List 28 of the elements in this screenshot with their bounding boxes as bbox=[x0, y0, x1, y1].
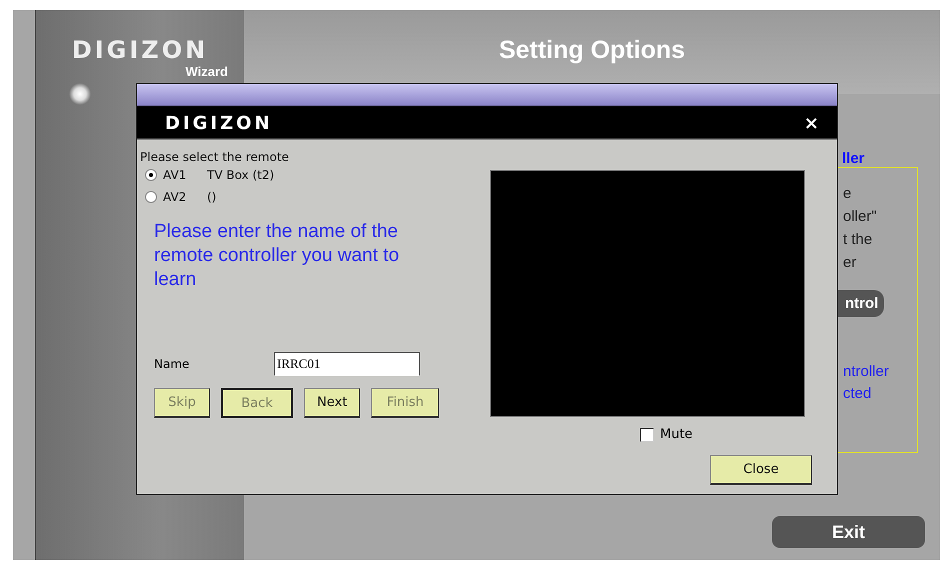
wizard-button[interactable]: Next bbox=[304, 388, 360, 418]
exit-button[interactable]: Exit bbox=[772, 516, 925, 548]
close-button[interactable]: Close bbox=[710, 455, 812, 485]
logo-subtitle: Wizard bbox=[186, 64, 228, 79]
section-heading: ller bbox=[841, 150, 866, 167]
instruction-text: Please enter the name of the remote controller you want to learn bbox=[154, 220, 400, 292]
logo: DIGIZON bbox=[165, 113, 273, 134]
text-line: e bbox=[843, 184, 852, 204]
glow-icon bbox=[69, 83, 91, 105]
device-name: TV Box (t2) bbox=[207, 168, 274, 182]
status-text: ntroller bbox=[843, 362, 890, 382]
checkbox[interactable] bbox=[640, 428, 654, 442]
radio-label: AV1 bbox=[163, 168, 188, 182]
text-line: er bbox=[843, 253, 858, 273]
text-line: oller" bbox=[843, 207, 878, 227]
page-title: Setting Options bbox=[498, 36, 686, 66]
logo: DIGIZON bbox=[72, 36, 208, 64]
close-button[interactable]: × bbox=[804, 113, 819, 134]
radio-button[interactable] bbox=[145, 191, 157, 203]
checkbox-label: Mute bbox=[660, 427, 693, 442]
field-label: Name bbox=[154, 357, 190, 371]
prompt-text: Please select the remote bbox=[140, 150, 290, 164]
radio-button[interactable] bbox=[145, 169, 157, 181]
device-name: () bbox=[207, 190, 216, 204]
text-line: t the bbox=[843, 230, 874, 250]
status-text: cted bbox=[843, 384, 872, 404]
radio-label: AV2 bbox=[163, 190, 188, 204]
name-field[interactable]: IRRC01 bbox=[274, 352, 420, 376]
